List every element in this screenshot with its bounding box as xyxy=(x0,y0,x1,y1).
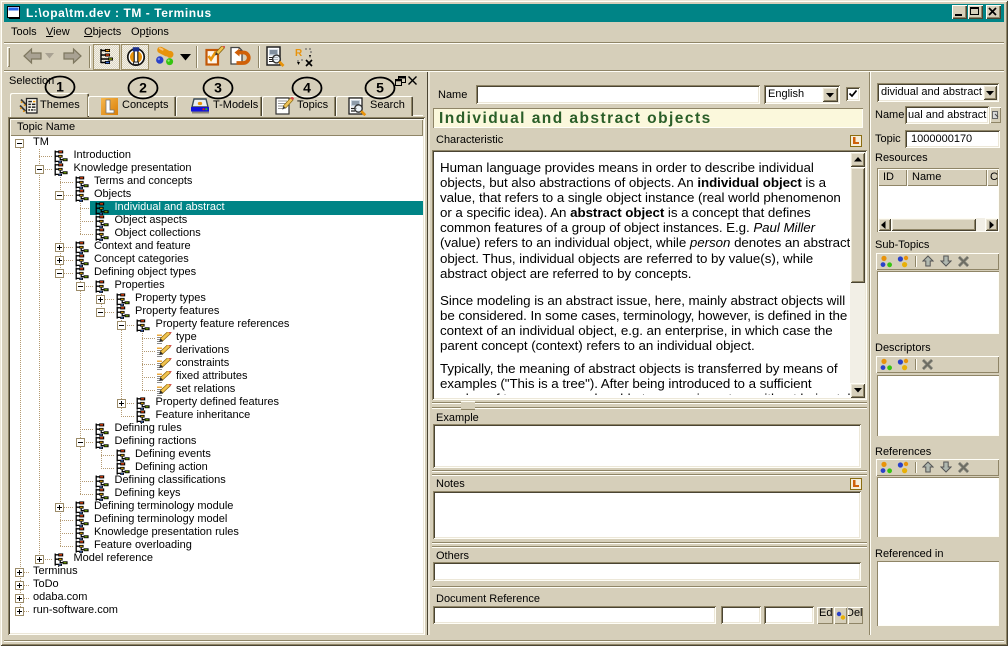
svg-text:3: 3 xyxy=(214,80,222,96)
svg-text:1: 1 xyxy=(56,79,64,95)
svg-text:5: 5 xyxy=(376,80,384,96)
svg-text:2: 2 xyxy=(139,80,147,96)
svg-text:4: 4 xyxy=(303,80,311,96)
svg-text:R: R xyxy=(295,48,303,59)
